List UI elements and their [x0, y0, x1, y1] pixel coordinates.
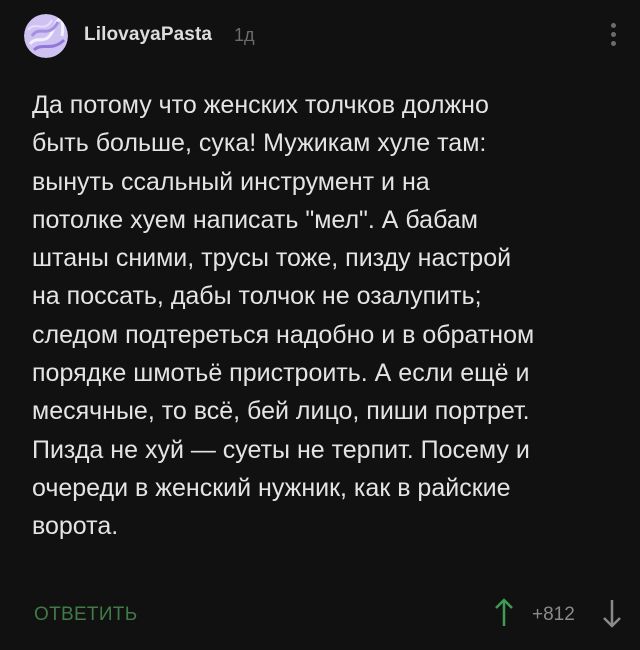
comment-line: Да потому что женских толчков должно	[32, 91, 489, 119]
comment-line: штаны сними, трусы тоже, пизду настрой	[32, 244, 512, 273]
avatar[interactable]	[24, 14, 68, 58]
comment-line: ворота.	[32, 512, 119, 541]
score: +812	[532, 604, 575, 625]
comment-line: порядке шмотьё пристроить. А если ещё и	[32, 359, 530, 388]
lilac-scribble-avatar-icon	[24, 14, 68, 58]
upvote-button[interactable]	[492, 596, 516, 630]
downvote-button[interactable]	[600, 596, 624, 630]
comment-line: быть больше, сука! Мужикам хуле там:	[32, 129, 487, 158]
comment-line: месячные, то всё, бей лицо, пиши портрет…	[32, 397, 530, 426]
reply-button[interactable]: ОТВЕТИТЬ	[34, 604, 137, 626]
comment-line: вынуть ссальный инструмент и на	[32, 167, 430, 196]
comment-line: следом подтереться надобно и в обратном	[32, 320, 535, 349]
vertical-dots-icon[interactable]	[608, 20, 618, 52]
arrow-up-icon	[495, 598, 513, 626]
author-name[interactable]: LilovayaPasta	[84, 24, 212, 46]
comment-header: LilovayaPasta 1д	[24, 14, 624, 58]
comment-text: Да потому что женских толчков должно быт…	[32, 86, 622, 546]
comment-line: очереди в женский нужник, как в райские	[32, 473, 511, 502]
comment-line: потолке хуем написать "мел". А бабам	[32, 205, 478, 234]
post-age: 1д	[234, 25, 255, 45]
comment-line: на поссать, дабы толчок не озалупить;	[32, 282, 482, 311]
arrow-down-icon	[603, 600, 621, 628]
comment-line: Пизда не хуй — суеты не терпит. Посему и	[32, 435, 530, 464]
comment-actions: ОТВЕТИТЬ +812	[0, 596, 640, 632]
